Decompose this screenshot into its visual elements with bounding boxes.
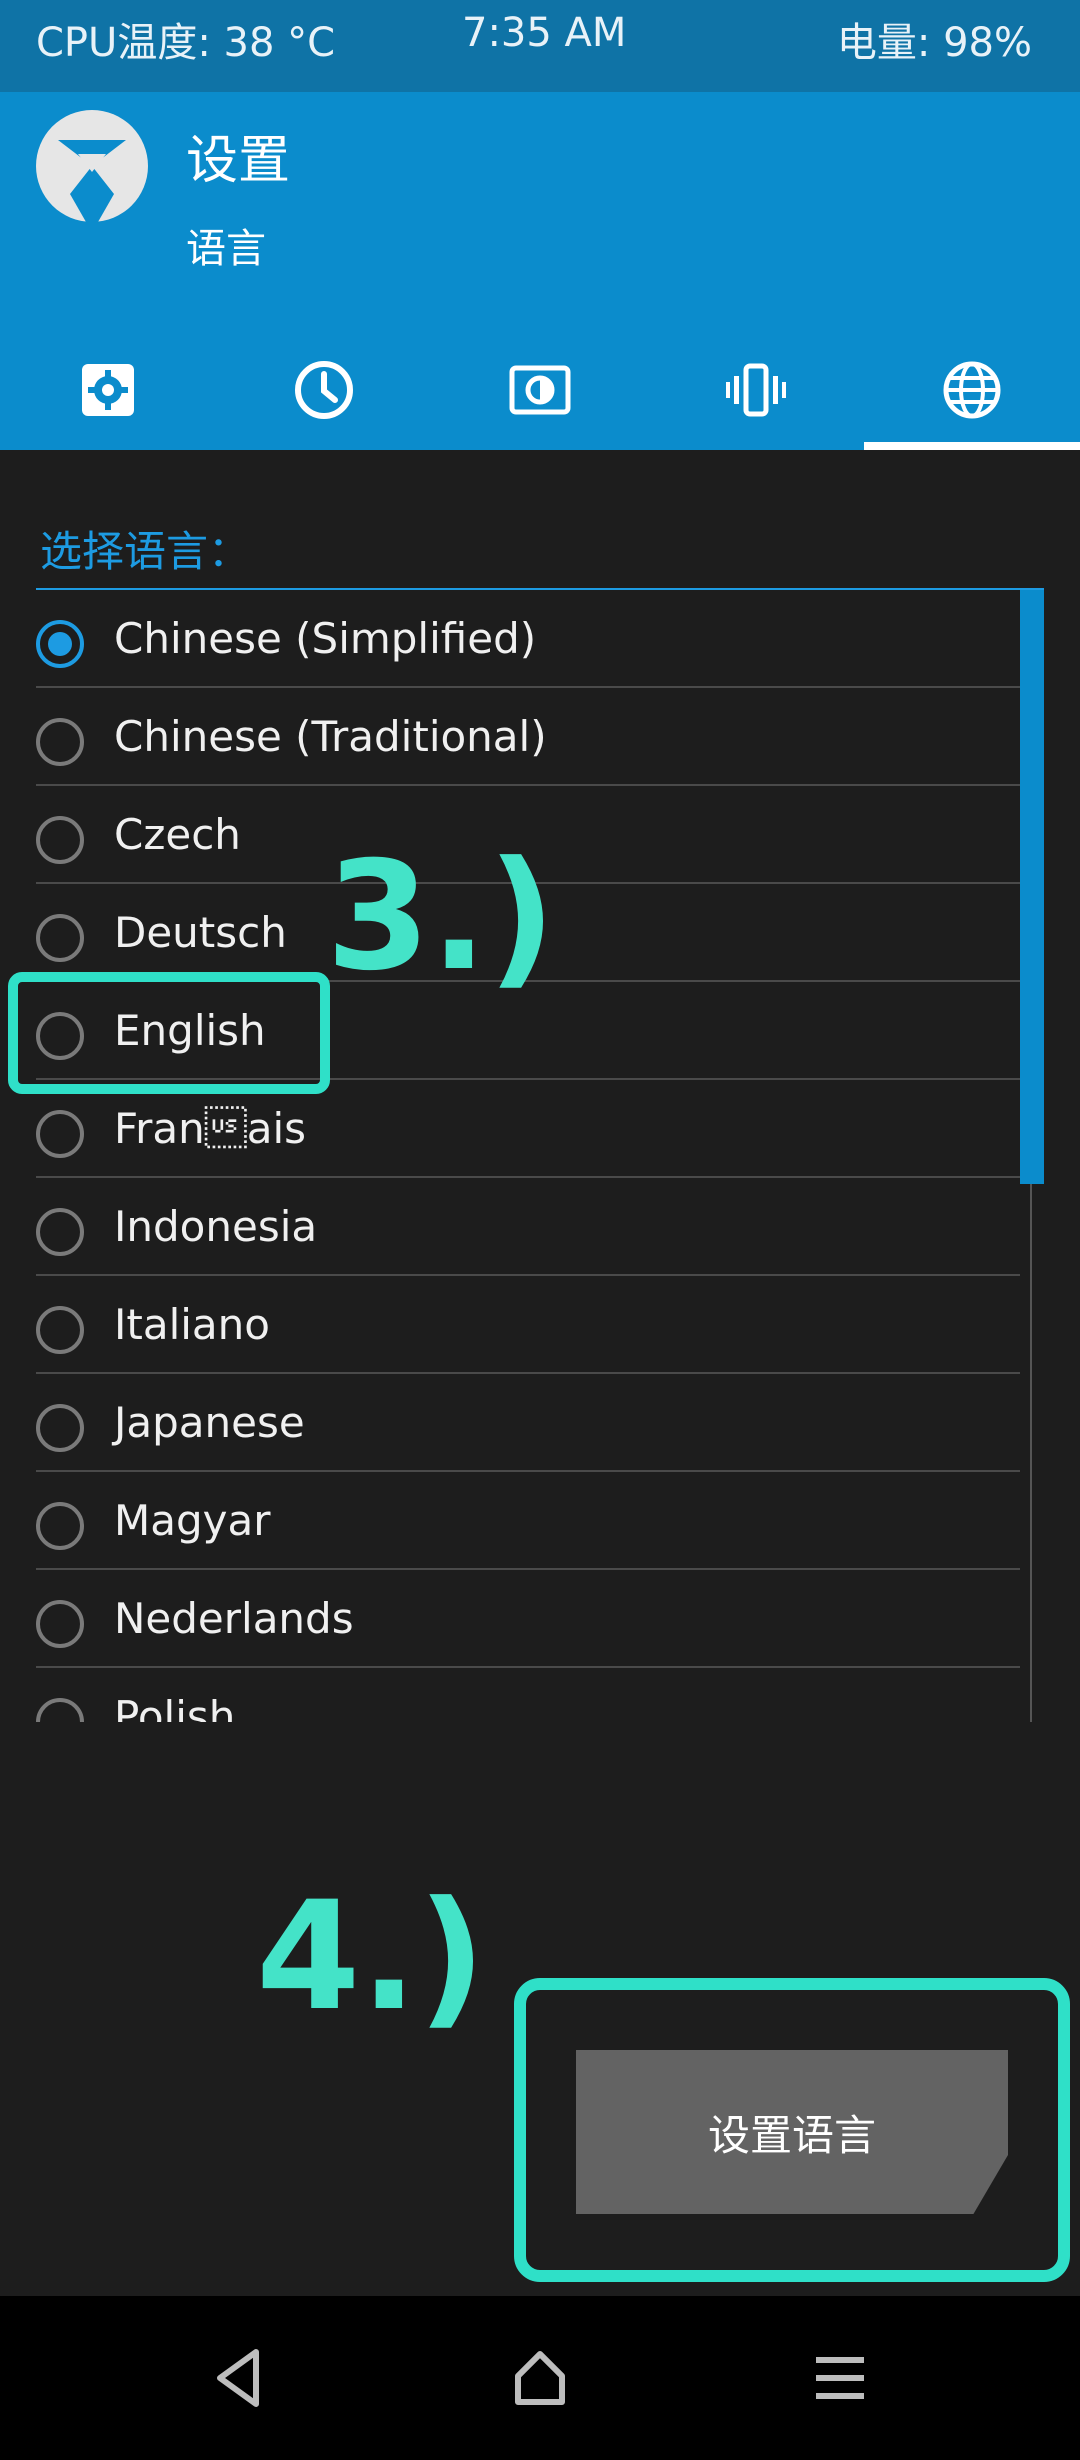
radio-checked-icon[interactable] [36, 620, 84, 668]
language-option-label: Deutsch [114, 908, 287, 957]
language-option[interactable]: Fran ais [36, 1080, 1020, 1178]
language-option[interactable]: Polish [36, 1668, 1020, 1722]
tab-general[interactable] [0, 330, 216, 450]
radio-unchecked-icon[interactable] [36, 1404, 84, 1452]
menu-icon[interactable] [798, 2336, 882, 2420]
language-option[interactable]: Indonesia [36, 1178, 1020, 1276]
language-option-label: Indonesia [114, 1202, 318, 1251]
tab-vibration[interactable] [648, 330, 864, 450]
language-option-label: Nederlands [114, 1594, 354, 1643]
clock-time: 7:35 AM [462, 10, 627, 56]
annotation-highlight-button [514, 1978, 1070, 2282]
language-option[interactable]: Chinese (Simplified) [36, 590, 1020, 688]
twrp-logo-icon [36, 110, 148, 222]
cpu-temperature: CPU温度: 38 °C [36, 20, 336, 66]
status-bar: CPU温度: 38 °C 7:35 AM 电量: 98% [0, 0, 1080, 92]
language-option-label: Polish [114, 1692, 236, 1722]
radio-unchecked-icon[interactable] [36, 1110, 84, 1158]
radio-unchecked-icon[interactable] [36, 816, 84, 864]
language-list[interactable]: Chinese (Simplified) Chinese (Traditional… [36, 590, 1020, 1722]
battery-level: 电量: 98% [836, 20, 1032, 66]
language-option-label: Czech [114, 810, 241, 859]
brightness-icon [509, 365, 571, 415]
language-option-label: Chinese (Simplified) [114, 614, 537, 663]
back-icon[interactable] [198, 2336, 282, 2420]
gear-icon [82, 364, 134, 416]
annotation-highlight-english [8, 972, 330, 1094]
page-subtitle: 语言 [186, 226, 266, 272]
radio-unchecked-icon[interactable] [36, 914, 84, 962]
language-option[interactable]: Chinese (Traditional) [36, 688, 1020, 786]
tab-bar [0, 330, 1080, 450]
clock-icon [295, 361, 353, 419]
language-option-label: Fran ais [114, 1104, 307, 1153]
annotation-step-4: 4.) [256, 1870, 486, 2044]
radio-unchecked-icon[interactable] [36, 1502, 84, 1550]
language-option-label: Italiano [114, 1300, 270, 1349]
navigation-bar [0, 2296, 1080, 2460]
language-option[interactable]: Nederlands [36, 1570, 1020, 1668]
language-option-label: Magyar [114, 1496, 271, 1545]
language-option[interactable]: Japanese [36, 1374, 1020, 1472]
page-title: 设置 [186, 131, 291, 191]
radio-unchecked-icon[interactable] [36, 1600, 84, 1648]
language-option[interactable]: Italiano [36, 1276, 1020, 1374]
globe-icon [943, 361, 1001, 419]
tab-time-zone[interactable] [216, 330, 432, 450]
tab-screen[interactable] [432, 330, 648, 450]
radio-unchecked-icon[interactable] [36, 1306, 84, 1354]
radio-unchecked-icon[interactable] [36, 1208, 84, 1256]
home-icon[interactable] [498, 2336, 582, 2420]
select-language-prompt: 选择语言： [40, 527, 251, 576]
language-option-label: Chinese (Traditional) [114, 712, 547, 761]
scrollbar[interactable] [1020, 590, 1044, 1184]
radio-unchecked-icon[interactable] [36, 1698, 84, 1722]
tab-language[interactable] [864, 330, 1080, 450]
radio-unchecked-icon[interactable] [36, 718, 84, 766]
selected-tab-indicator [864, 442, 1080, 450]
vibration-icon [726, 363, 786, 417]
annotation-step-3: 3.) [326, 830, 556, 1004]
language-option[interactable]: Magyar [36, 1472, 1020, 1570]
language-option-label: Japanese [114, 1398, 305, 1447]
